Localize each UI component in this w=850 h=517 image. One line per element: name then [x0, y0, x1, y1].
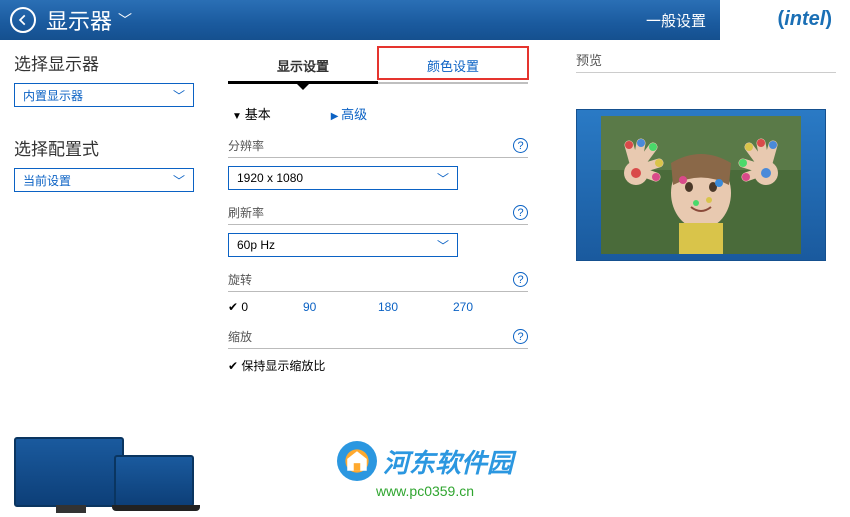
- header-bar: 显示器 ﹀ 一般设置: [0, 0, 720, 40]
- preview-column: 预览: [576, 50, 836, 388]
- refresh-label: 刷新率: [228, 204, 264, 221]
- mode-basic[interactable]: 基本: [232, 104, 271, 123]
- select-config-value: 当前设置: [23, 172, 71, 189]
- watermark: 河东软件园 www.pc0359.cn: [337, 441, 513, 499]
- laptop-icon: [114, 455, 194, 507]
- select-config-label: 选择配置式: [14, 135, 194, 160]
- watermark-name: 河东软件园: [383, 443, 513, 480]
- preview-label: 预览: [576, 50, 836, 73]
- watermark-icon: [337, 441, 377, 481]
- intel-logo: intel: [778, 8, 832, 31]
- mode-advanced[interactable]: 高级: [331, 104, 367, 123]
- select-display-dropdown[interactable]: 内置显示器 ﹀: [14, 83, 194, 107]
- rotation-option-180[interactable]: 180: [378, 300, 453, 314]
- chevron-down-icon: ﹀: [118, 10, 132, 30]
- device-illustration: [14, 437, 194, 507]
- monitor-icon: [14, 437, 124, 507]
- section-refresh: 刷新率 ? 60p Hz ﹀: [228, 204, 528, 257]
- chevron-down-icon: ﹀: [173, 172, 185, 189]
- resolution-dropdown[interactable]: 1920 x 1080 ﹀: [228, 166, 458, 190]
- help-icon[interactable]: ?: [513, 272, 528, 287]
- select-config-dropdown[interactable]: 当前设置 ﹀: [14, 168, 194, 192]
- annotation-highlight: [377, 46, 529, 80]
- back-button[interactable]: [10, 7, 36, 33]
- tab-display-settings[interactable]: 显示设置: [228, 50, 378, 84]
- select-display-label: 选择显示器: [14, 50, 194, 75]
- help-icon[interactable]: ?: [513, 329, 528, 344]
- scaling-checkbox[interactable]: 保持显示缩放比: [228, 357, 528, 374]
- arrow-left-icon: [16, 13, 30, 27]
- help-icon[interactable]: ?: [513, 205, 528, 220]
- chevron-down-icon: ﹀: [437, 170, 449, 187]
- chevron-down-icon: ﹀: [437, 237, 449, 254]
- section-scaling: 缩放 ? 保持显示缩放比: [228, 328, 528, 374]
- section-resolution: 分辨率 ? 1920 x 1080 ﹀: [228, 137, 528, 190]
- select-display-value: 内置显示器: [23, 87, 83, 104]
- general-settings-link[interactable]: 一般设置: [646, 0, 706, 40]
- header-title-text: 显示器: [46, 4, 112, 36]
- rotation-option-90[interactable]: 90: [303, 300, 378, 314]
- chevron-down-icon: ﹀: [173, 87, 185, 104]
- scaling-label: 缩放: [228, 328, 252, 345]
- sidebar: 选择显示器 内置显示器 ﹀ 选择配置式 当前设置 ﹀: [14, 50, 194, 388]
- main-panel: 显示设置 颜色设置 基本 高级 分辨率 ? 1920 x 1080 ﹀ 刷新率 …: [228, 50, 534, 388]
- help-icon[interactable]: ?: [513, 138, 528, 153]
- rotation-option-0[interactable]: 0: [228, 300, 303, 314]
- preview-monitor: [576, 109, 826, 261]
- preview-image: [601, 116, 801, 254]
- resolution-label: 分辨率: [228, 137, 264, 154]
- rotation-option-270[interactable]: 270: [453, 300, 528, 314]
- refresh-value: 60p Hz: [237, 238, 275, 252]
- resolution-value: 1920 x 1080: [237, 171, 303, 185]
- watermark-url: www.pc0359.cn: [337, 483, 513, 499]
- refresh-dropdown[interactable]: 60p Hz ﹀: [228, 233, 458, 257]
- header-title[interactable]: 显示器 ﹀: [46, 4, 132, 36]
- section-rotation: 旋转 ? 0 90 180 270: [228, 271, 528, 314]
- rotation-label: 旋转: [228, 271, 252, 288]
